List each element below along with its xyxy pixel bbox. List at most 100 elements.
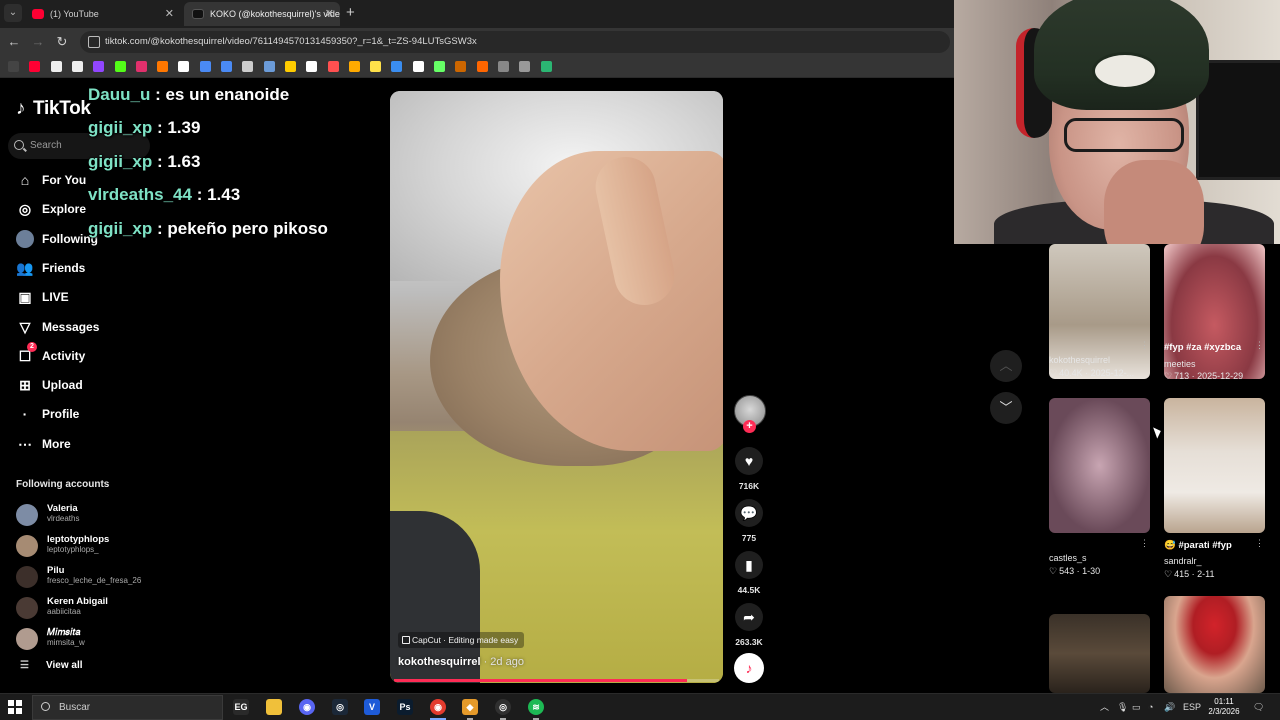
bookmark-icon[interactable] — [412, 61, 424, 72]
windows-start-button[interactable] — [8, 700, 22, 714]
clock[interactable]: 01:11 2/3/2026 — [1204, 697, 1244, 717]
nav-messages[interactable]: ▽ Messages — [14, 315, 164, 339]
tab-search-button[interactable]: ⌄ — [4, 4, 22, 22]
related-video-user[interactable]: meeties — [1164, 359, 1196, 369]
youtube-icon[interactable] — [29, 61, 41, 72]
folder-icon[interactable] — [284, 61, 296, 72]
forward-button[interactable]: → — [30, 34, 46, 50]
more-options-icon[interactable]: ⋮ — [1140, 340, 1149, 351]
bookmark-icon[interactable] — [497, 61, 509, 72]
capcut-tag[interactable]: CapCut · Editing made easy — [398, 632, 525, 648]
bookmark-icon[interactable] — [263, 61, 275, 72]
like-count: 40.4K — [1059, 368, 1083, 378]
translate-icon[interactable] — [199, 61, 211, 72]
discord-icon[interactable]: ◉ — [299, 699, 315, 715]
file-explorer-icon[interactable] — [266, 699, 282, 715]
close-icon[interactable]: ✕ — [165, 2, 174, 26]
x-icon[interactable] — [178, 61, 190, 72]
soundcloud-icon[interactable] — [157, 61, 169, 72]
nav-activity[interactable]: ☐ 2 Activity — [14, 341, 164, 368]
google-icon[interactable] — [8, 61, 19, 72]
related-video-thumb-5[interactable] — [1049, 614, 1150, 693]
url-field[interactable]: tiktok.com/@kokothesquirrel/video/761149… — [80, 31, 950, 53]
taskbar-search-input[interactable]: Buscar — [32, 695, 223, 720]
following-account[interactable]: Keren Abigail aabiicitaa — [16, 595, 156, 621]
more-options-icon[interactable]: ⋮ — [1255, 340, 1264, 351]
related-video-user[interactable]: castles_s — [1049, 553, 1087, 563]
new-tab-button[interactable]: + — [346, 4, 355, 22]
tab-tiktok[interactable]: KOKO (@kokothesquirrel)'s video ✕ — [184, 2, 340, 26]
obs-icon[interactable]: ◎ — [495, 699, 511, 715]
related-video-thumb-3[interactable] — [1049, 398, 1150, 533]
view-all-button[interactable]: ☰ View all — [16, 660, 83, 671]
microphone-icon[interactable]: 🎙 — [1117, 694, 1128, 720]
bookmark-icon[interactable] — [221, 61, 232, 72]
stack-icon[interactable] — [242, 61, 254, 72]
nav-label: More — [42, 436, 71, 451]
kick-icon[interactable] — [114, 61, 126, 72]
tiktok-logo[interactable]: ♪ TikTok — [16, 98, 91, 122]
following-account[interactable]: Pilu fresco_leche_de_fresa_26 — [16, 564, 156, 590]
like-button[interactable]: ♥ — [735, 447, 763, 475]
epic-games-icon[interactable]: EG — [233, 699, 249, 715]
more-options-icon[interactable]: ⋮ — [1255, 538, 1264, 549]
account-handle: aabiicitaa — [47, 607, 81, 616]
notion-icon[interactable] — [306, 61, 318, 72]
tab-youtube[interactable]: (1) YouTube ✕ — [24, 2, 180, 26]
save-button[interactable]: ▮ — [735, 551, 763, 579]
related-video-user[interactable]: sandralr_ — [1164, 556, 1202, 566]
bookmark-icon[interactable] — [391, 61, 403, 72]
following-account[interactable]: Valeria vlrdeaths — [16, 502, 156, 528]
related-video-thumb-4[interactable] — [1164, 398, 1265, 533]
related-video-thumb-6[interactable] — [1164, 596, 1265, 693]
next-video-button[interactable]: ﹀ — [990, 392, 1022, 424]
video-progress-bar[interactable] — [394, 679, 719, 682]
instagram-icon[interactable] — [135, 61, 147, 72]
bookmark-icon[interactable] — [519, 61, 531, 72]
previous-video-button[interactable]: ︿ — [990, 350, 1022, 382]
twitch-icon[interactable] — [93, 61, 105, 72]
nav-more[interactable]: ⋯ More — [14, 432, 164, 456]
nav-profile[interactable]: · Profile — [14, 402, 164, 426]
notifications-icon[interactable]: 🗨 — [1253, 694, 1264, 720]
bookmark-icon[interactable] — [348, 61, 360, 72]
language-indicator[interactable]: ESP — [1183, 694, 1201, 720]
bookmark-icon[interactable] — [370, 61, 382, 72]
bookmark-icon[interactable] — [476, 61, 488, 72]
volume-icon[interactable]: 🔊 — [1164, 694, 1175, 720]
sheets-icon[interactable] — [540, 61, 552, 72]
comment-icon: 💬 — [740, 505, 758, 521]
music-disc-button[interactable]: ♪ — [734, 653, 764, 683]
video-player[interactable]: CapCut · Editing made easy kokothesquirr… — [390, 91, 723, 683]
related-video-user[interactable]: kokothesquirrel — [1049, 355, 1110, 365]
site-info-icon[interactable] — [88, 36, 100, 48]
network-icon[interactable]: ▭ — [1132, 694, 1141, 720]
nav-friends[interactable]: 👥 Friends — [14, 256, 164, 280]
comment-button[interactable]: 💬 — [735, 499, 763, 527]
show-hidden-icons-button[interactable]: ︿ — [1100, 694, 1109, 720]
app-icon[interactable]: ◆ — [462, 699, 478, 715]
more-options-icon[interactable]: ⋮ — [1140, 538, 1149, 549]
close-icon[interactable]: ✕ — [325, 2, 334, 26]
photoshop-icon[interactable]: Ps — [397, 699, 413, 715]
following-account[interactable]: leptotyphlops leptotyphlops_ — [16, 533, 156, 559]
chrome-icon[interactable]: ◉ — [430, 699, 446, 715]
nav-upload[interactable]: ⊞ Upload — [14, 373, 164, 397]
follow-button[interactable]: + — [743, 420, 756, 433]
github-icon[interactable] — [71, 61, 83, 72]
back-button[interactable]: ← — [6, 34, 22, 50]
reload-button[interactable]: ↻ — [54, 34, 70, 50]
bookmark-icon[interactable] — [327, 61, 339, 72]
wifi-icon[interactable]: ◔ — [1148, 694, 1153, 720]
notion-icon[interactable] — [50, 61, 62, 72]
steam-icon[interactable]: ◎ — [332, 699, 348, 715]
view-all-label: View all — [46, 660, 83, 671]
following-account[interactable]: 𝑀𝑖𝑚𝑠𝑖𝑡𝑎 mimsita_w — [16, 626, 156, 652]
vegas-icon[interactable]: V — [364, 699, 380, 715]
spotify-icon[interactable]: ≋ — [528, 699, 544, 715]
video-author[interactable]: kokothesquirrel · 2d ago — [398, 656, 524, 668]
bookmark-icon[interactable] — [434, 61, 445, 72]
bookmark-icon[interactable] — [455, 61, 467, 72]
share-button[interactable]: ➦ — [735, 603, 763, 631]
nav-live[interactable]: ▣ LIVE — [14, 285, 164, 309]
